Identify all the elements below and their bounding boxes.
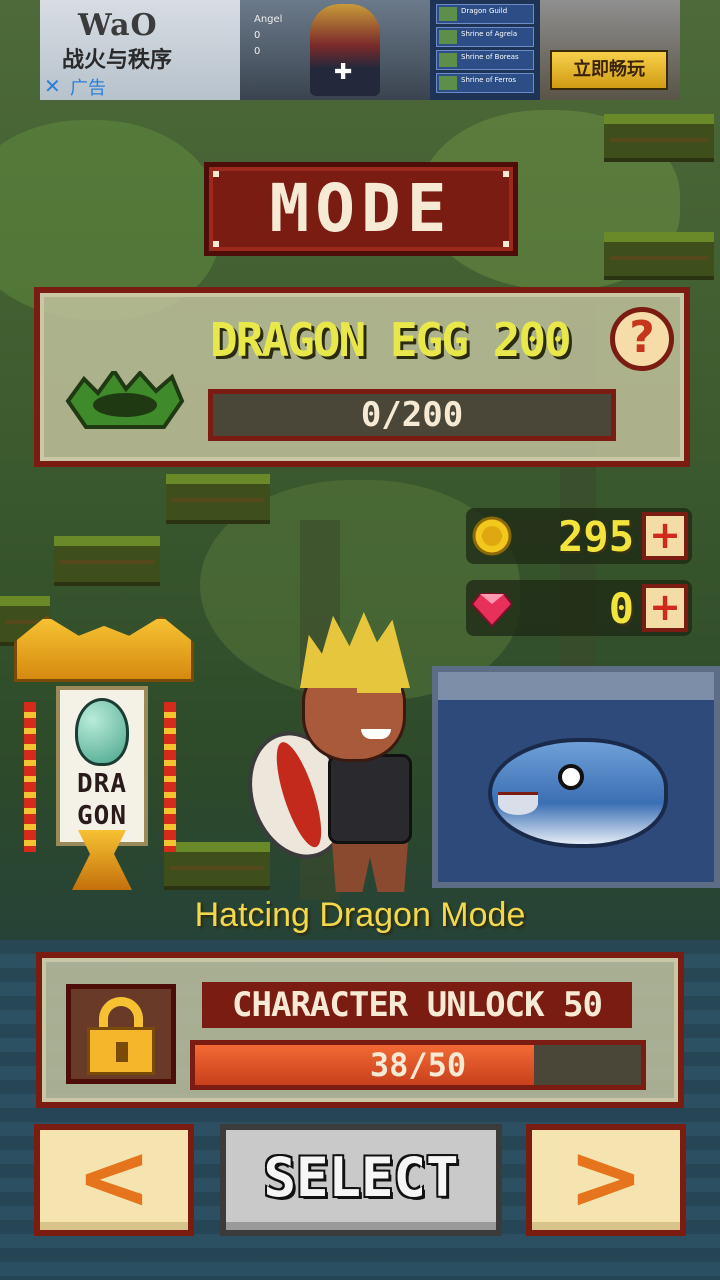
mode-name: Hatcing Dragon Mode [194, 896, 526, 934]
lock-icon [66, 984, 176, 1084]
nest-icon [65, 371, 185, 429]
ad-banner[interactable]: WaO 战火与秩序 ✕ 广告 Angel 0 0 Dragon Guild Sh… [40, 0, 680, 100]
dragon-egg-icon [75, 698, 129, 766]
egg-progress-text: 0/200 [360, 395, 464, 435]
lock-body [87, 1027, 155, 1075]
select-button[interactable]: SELECT [220, 1124, 502, 1236]
unlock-progress-text: 38/50 [369, 1046, 467, 1084]
ad-slogan: 战火与秩序 [62, 47, 173, 73]
title-rivet [213, 171, 219, 177]
fish-icon [488, 738, 668, 848]
title-rivet [213, 241, 219, 247]
ad-list-item: Shrine of Ferros [436, 73, 534, 93]
ad-tag: 广告 [70, 78, 106, 99]
unlock-progress-bar: 38/50 [190, 1040, 646, 1090]
title-rivet [503, 171, 509, 177]
banner-text-line1: DRA [77, 769, 127, 799]
egg-progress-bar: 0/200 [208, 389, 616, 441]
coin-counter: 295 + [466, 508, 692, 564]
chevron-right-icon: > [568, 1125, 644, 1230]
page-title: MODE [204, 162, 518, 256]
coin-icon [472, 516, 512, 556]
ad-list-item: Shrine of Agrela [436, 27, 534, 47]
egg-goal-title: DRAGON EGG 200 [210, 313, 572, 367]
add-coins-button[interactable]: + [642, 512, 688, 560]
fish-tank [432, 666, 720, 888]
gem-icon [472, 593, 512, 628]
unlock-panel: CHARACTER UNLOCK 50 38/50 [36, 952, 684, 1108]
ad-stat-name: Angel [254, 14, 283, 25]
coin-count: 295 [558, 512, 634, 561]
character-body [328, 754, 412, 844]
help-button[interactable]: ? [610, 307, 674, 371]
knight-icon [310, 4, 380, 96]
gem-counter: 0 + [466, 580, 692, 636]
chevron-left-icon: < [76, 1125, 152, 1230]
ad-list-item: Shrine of Boreas [436, 50, 534, 70]
ad-close-icon[interactable]: ✕ [44, 74, 61, 98]
egg-panel: DRAGON EGG 200 ? 0/200 [34, 287, 690, 467]
ad-stat-b: 0 [254, 46, 261, 57]
banner-text-line2: GON [77, 801, 127, 831]
ad-cta-area: 立即畅玩 [540, 0, 680, 100]
ad-list: Dragon Guild Shrine of Agrela Shrine of … [430, 0, 540, 100]
previous-mode-button[interactable]: < [34, 1124, 194, 1236]
shrine-pole [24, 702, 36, 852]
title-rivet [503, 241, 509, 247]
ad-brand: WaO [78, 8, 158, 43]
shrine-pole [164, 702, 176, 852]
ad-play-button[interactable]: 立即畅玩 [550, 50, 668, 90]
ad-logo-area: WaO 战火与秩序 ✕ 广告 [40, 0, 240, 100]
dragon-shrine: DRA GON [8, 616, 194, 892]
ad-list-item: Dragon Guild [436, 4, 534, 24]
shrine-roof [14, 616, 194, 682]
character-surfer [232, 612, 450, 894]
character-legs [332, 842, 408, 892]
next-mode-button[interactable]: > [526, 1124, 686, 1236]
add-gems-button[interactable]: + [642, 584, 688, 632]
unlock-title: CHARACTER UNLOCK 50 [202, 982, 632, 1028]
character-hair [300, 612, 410, 688]
gem-count: 0 [608, 584, 634, 633]
title-text: MODE [269, 170, 453, 247]
ad-stat-a: 0 [254, 30, 261, 41]
ad-knight-image: Angel 0 0 [240, 0, 430, 100]
dragon-banner: DRA GON [56, 686, 148, 846]
